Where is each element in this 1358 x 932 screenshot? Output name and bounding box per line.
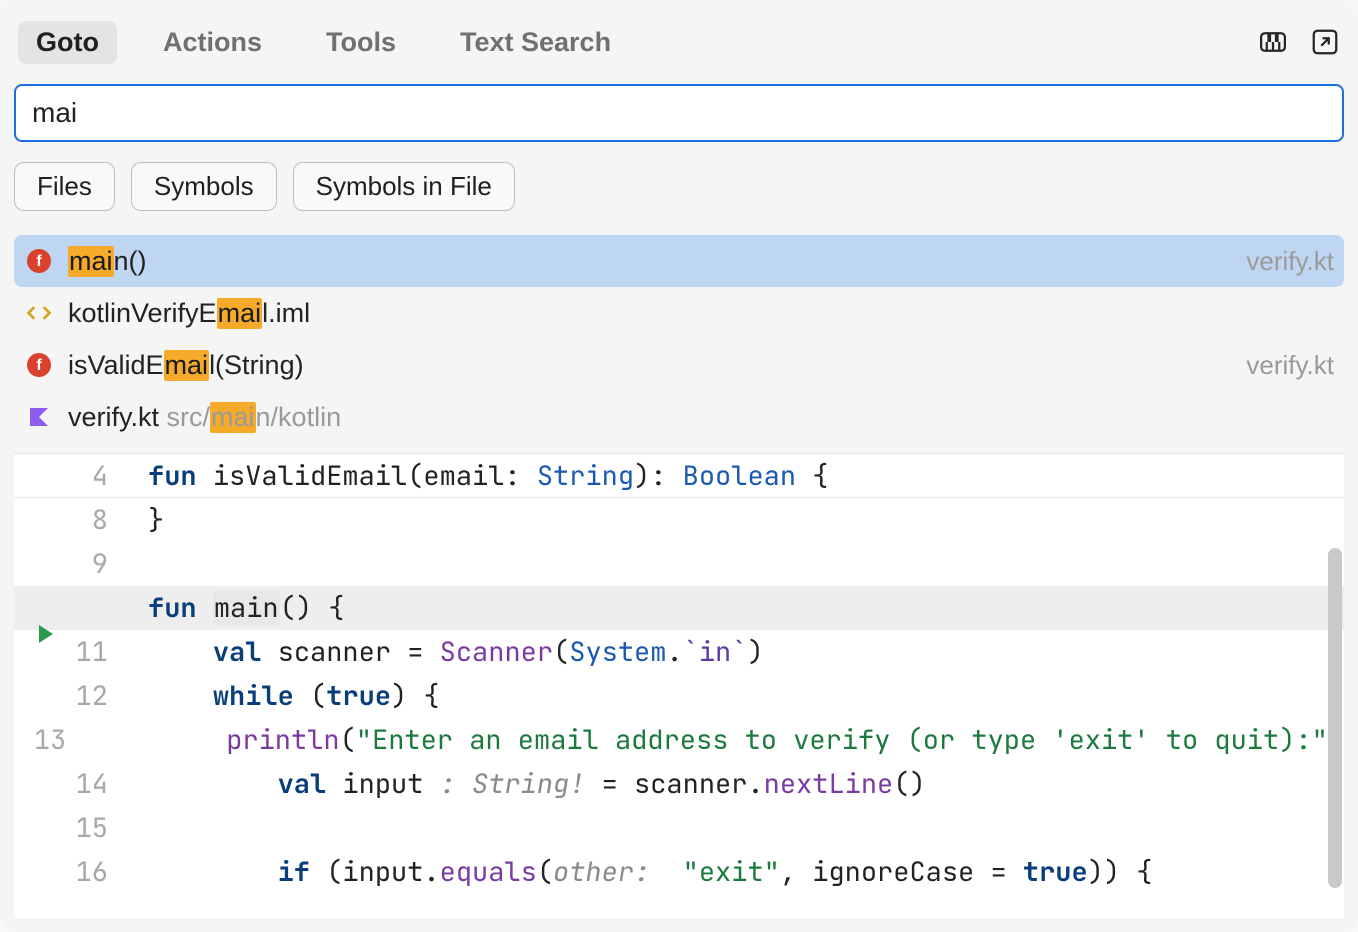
gutter: 12	[14, 678, 126, 714]
topbar: Goto Actions Tools Text Search	[14, 14, 1344, 70]
code-text: val scanner = Scanner(System.`in`)	[148, 634, 764, 670]
top-icons	[1258, 27, 1340, 57]
scrollbar-thumb[interactable]	[1328, 548, 1342, 888]
gutter: 4	[14, 458, 126, 494]
code-text: println("Enter an email address to verif…	[97, 722, 1344, 758]
fn-icon: f	[24, 246, 54, 276]
code-line: 15	[14, 806, 1344, 850]
code-text: val input : String! = scanner.nextLine()	[148, 766, 926, 802]
code-line: 8}	[14, 498, 1344, 542]
code-icon	[24, 298, 54, 328]
gutter: 14	[14, 766, 126, 802]
gutter: 11	[14, 634, 126, 670]
search-input[interactable]	[14, 84, 1344, 142]
code-text: }	[148, 502, 164, 538]
dialog-tabs: Goto Actions Tools Text Search	[18, 21, 629, 64]
code-line: 9	[14, 542, 1344, 586]
result-row[interactable]: verify.kt src/main/kotlin	[14, 391, 1344, 443]
filter-row: Files Symbols Symbols in File	[14, 162, 1344, 211]
tab-tools[interactable]: Tools	[308, 21, 414, 64]
goto-dialog: Goto Actions Tools Text Search	[0, 0, 1358, 932]
result-label: main()	[68, 246, 147, 277]
results-list: f main() verify.kt kotlinVerifyEmail.iml f is…	[14, 235, 1344, 443]
code-line: 13 println("Enter an email address to ve…	[14, 718, 1344, 762]
result-label: verify.kt src/main/kotlin	[68, 402, 341, 433]
tab-text-search[interactable]: Text Search	[442, 21, 629, 64]
result-label: isValidEmail(String)	[68, 350, 304, 381]
result-path: verify.kt	[1246, 246, 1334, 277]
gutter: 13	[14, 722, 84, 758]
gutter: 9	[14, 546, 126, 582]
filter-symbols[interactable]: Symbols	[131, 162, 277, 211]
code-line: 11 val scanner = Scanner(System.`in`)	[14, 630, 1344, 674]
gutter: 8	[14, 502, 126, 538]
code-text: fun isValidEmail(email: String): Boolean…	[148, 458, 828, 494]
tab-goto[interactable]: Goto	[18, 21, 117, 64]
svg-text:f: f	[36, 357, 42, 374]
result-row[interactable]: f main() verify.kt	[14, 235, 1344, 287]
code-line: 12 while (true) {	[14, 674, 1344, 718]
code-line: 4 fun isValidEmail(email: String): Boolea…	[14, 454, 1344, 498]
code-text: if (input.equals(other: "exit", ignoreCa…	[148, 854, 1152, 890]
code-line: fun main() {	[14, 586, 1344, 630]
gutter: 15	[14, 810, 126, 846]
open-external-icon[interactable]	[1310, 27, 1340, 57]
fn-icon: f	[24, 350, 54, 380]
code-preview[interactable]: 4 fun isValidEmail(email: String): Boolea…	[14, 453, 1344, 918]
result-path: verify.kt	[1246, 350, 1334, 381]
code-line: 16 if (input.equals(other: "exit", ignor…	[14, 850, 1344, 894]
piano-icon[interactable]	[1258, 27, 1288, 57]
code-line: 14 val input : String! = scanner.nextLin…	[14, 762, 1344, 806]
code-text: fun main() {	[148, 590, 344, 626]
tab-actions[interactable]: Actions	[145, 21, 280, 64]
result-row[interactable]: kotlinVerifyEmail.iml	[14, 287, 1344, 339]
result-row[interactable]: f isValidEmail(String) verify.kt	[14, 339, 1344, 391]
search-wrap	[14, 84, 1344, 142]
filter-files[interactable]: Files	[14, 162, 115, 211]
kotlin-icon	[24, 402, 54, 432]
result-label: kotlinVerifyEmail.iml	[68, 298, 310, 329]
filter-symbols-in-file[interactable]: Symbols in File	[293, 162, 515, 211]
code-text: while (true) {	[148, 678, 440, 714]
gutter: 16	[14, 854, 126, 890]
svg-text:f: f	[36, 253, 42, 270]
